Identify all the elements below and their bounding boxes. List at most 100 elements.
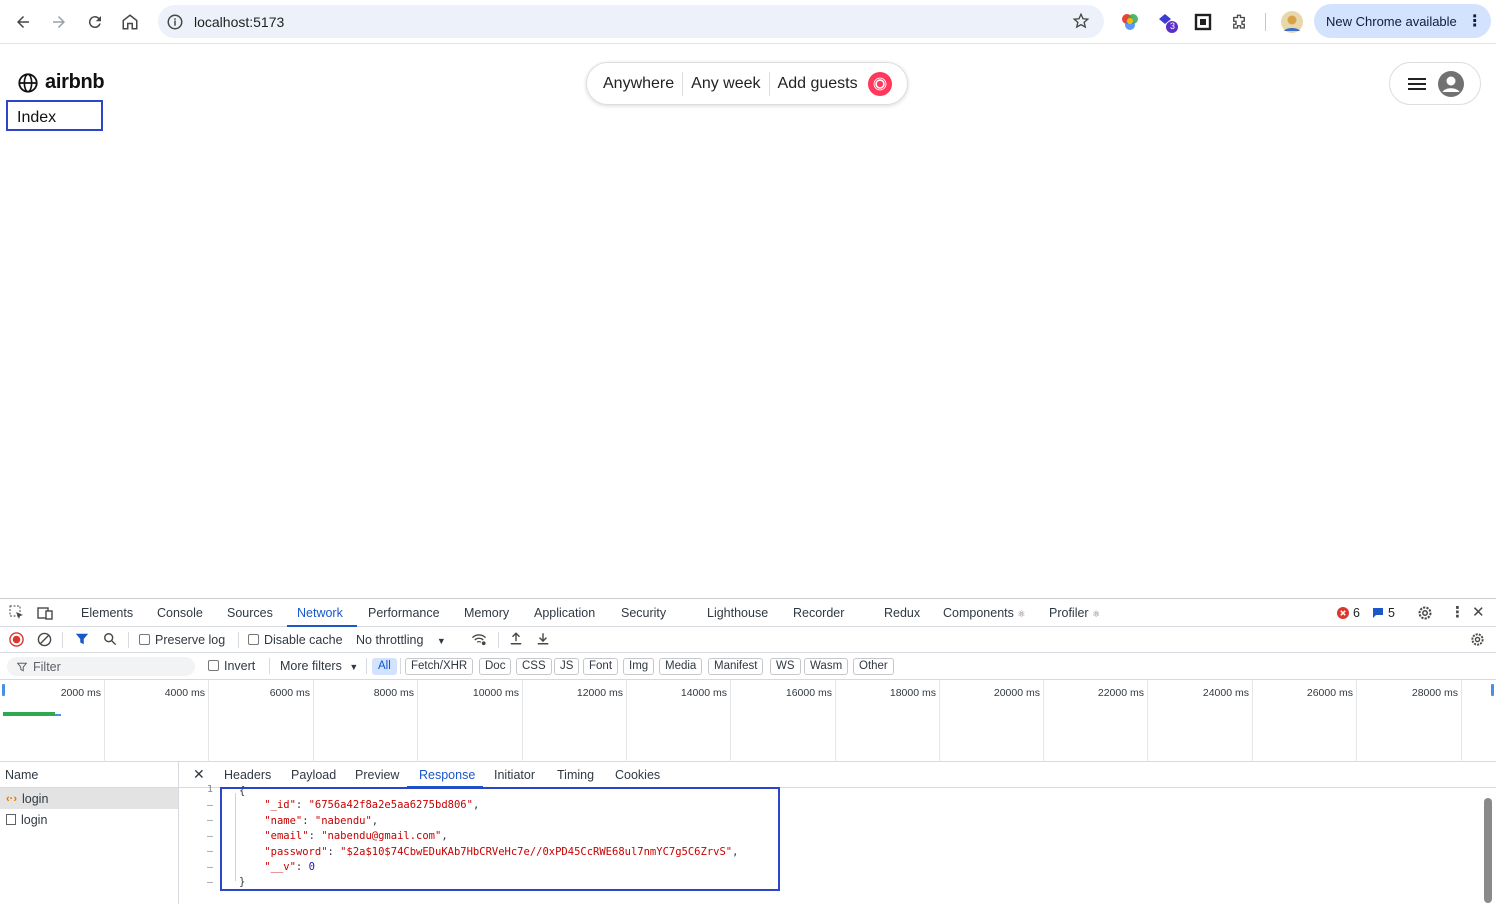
react-atom-icon: ⚛ (1017, 609, 1026, 619)
tab-profiler[interactable]: Profiler ⚛ (1049, 606, 1100, 620)
tab-application[interactable]: Application (534, 606, 595, 620)
inspect-element-icon[interactable] (9, 605, 25, 621)
home-icon (122, 14, 138, 30)
network-timeline-overview[interactable]: 2000 ms 4000 ms 6000 ms 8000 ms 10000 ms… (0, 680, 1496, 762)
type-filter-media[interactable]: Media (659, 658, 703, 675)
tab-timing[interactable]: Timing (557, 768, 594, 782)
download-icon[interactable] (536, 631, 550, 646)
upload-icon[interactable] (509, 631, 523, 646)
search-icon[interactable] (103, 632, 117, 646)
type-filter-wasm[interactable]: Wasm (804, 658, 849, 675)
timeline-handle-left[interactable] (2, 684, 5, 696)
tab-security[interactable]: Security (621, 606, 666, 620)
more-filters-dropdown[interactable]: More filters ▼ (280, 659, 358, 673)
search-who[interactable]: Add guests (770, 75, 866, 93)
type-filter-css[interactable]: CSS (516, 658, 552, 675)
tick-label: 20000 ms (993, 687, 1040, 699)
tab-response[interactable]: Response (419, 768, 475, 782)
devtools-tab-bar: Elements Console Sources Network Perform… (0, 599, 1496, 627)
back-button[interactable] (5, 4, 41, 40)
invert-checkbox[interactable]: Invert (208, 659, 255, 673)
forward-button[interactable] (41, 4, 77, 40)
messages-counter[interactable]: 5 (1372, 606, 1395, 620)
tab-payload[interactable]: Payload (291, 768, 336, 782)
name-column-header[interactable]: Name (0, 762, 178, 788)
preserve-log-checkbox[interactable]: Preserve log (139, 633, 225, 647)
timeline-handle-right[interactable] (1491, 684, 1494, 696)
response-scrollbar[interactable] (1484, 798, 1492, 903)
close-devtools-icon[interactable]: ✕ (1472, 603, 1485, 621)
type-filter-js[interactable]: JS (554, 658, 580, 675)
type-filter-img[interactable]: Img (623, 658, 655, 675)
toolbar-divider (128, 632, 129, 648)
timeline-tick: 28000 ms (1357, 680, 1462, 762)
extension-badge-icon[interactable]: 3 (1156, 11, 1178, 33)
close-detail-icon[interactable]: ✕ (193, 766, 205, 783)
airbnb-logo[interactable]: airbnb (17, 71, 105, 94)
airbnb-page: airbnb Index Anywhere Any week Add guest… (0, 45, 1496, 598)
tab-components[interactable]: Components ⚛ (943, 606, 1025, 620)
color-extension-icon[interactable] (1119, 11, 1141, 33)
device-toolbar-icon[interactable] (37, 605, 53, 621)
search-button[interactable] (867, 71, 892, 96)
type-filter-all[interactable]: All (372, 658, 397, 675)
response-highlight-box (220, 787, 780, 891)
more-options-icon[interactable]: ⋮ (1450, 603, 1465, 621)
home-button[interactable] (112, 4, 148, 40)
profile-avatar-icon[interactable] (1281, 11, 1303, 33)
tab-lighthouse[interactable]: Lighthouse (707, 606, 768, 620)
search-where[interactable]: Anywhere (603, 75, 682, 93)
type-filter-fetch-xhr[interactable]: Fetch/XHR (405, 658, 474, 675)
type-filter-doc[interactable]: Doc (479, 658, 512, 675)
tab-initiator[interactable]: Initiator (494, 768, 535, 782)
clear-icon[interactable] (37, 632, 52, 647)
tab-headers[interactable]: Headers (224, 768, 271, 782)
new-chrome-available-button[interactable]: New Chrome available ⋮ (1314, 4, 1491, 38)
address-bar[interactable]: localhost:5173 (158, 5, 1104, 38)
tab-recorder[interactable]: Recorder (793, 606, 844, 620)
tab-network[interactable]: Network (297, 606, 343, 620)
network-settings-gear-icon[interactable] (1470, 632, 1485, 647)
search-when[interactable]: Any week (683, 75, 768, 93)
screen-capture-icon[interactable] (1192, 11, 1214, 33)
site-info-icon[interactable] (166, 13, 184, 31)
record-stop-icon[interactable] (9, 632, 24, 647)
network-conditions-icon[interactable] (471, 632, 487, 647)
reload-button[interactable] (77, 4, 113, 40)
gear-icon[interactable] (1417, 605, 1433, 621)
tick-label: 8000 ms (373, 687, 414, 699)
kebab-menu-icon[interactable]: ⋮ (1467, 11, 1483, 31)
type-filter-font[interactable]: Font (583, 658, 619, 675)
disable-cache-checkbox[interactable]: Disable cache (248, 633, 343, 647)
url-text: localhost:5173 (194, 13, 285, 30)
user-menu-button[interactable] (1389, 62, 1481, 105)
type-filter-other[interactable]: Other (853, 658, 894, 675)
checkbox-box (208, 660, 219, 671)
request-row[interactable]: ‹·› login (0, 788, 178, 809)
timeline-tick: 10000 ms (418, 680, 523, 762)
type-filter-manifest[interactable]: Manifest (708, 658, 764, 675)
tab-performance[interactable]: Performance (368, 606, 440, 620)
error-icon (1337, 607, 1349, 619)
tab-sources[interactable]: Sources (227, 606, 273, 620)
type-filter-ws[interactable]: WS (770, 658, 801, 675)
throttling-select[interactable]: No throttling ▼ (356, 633, 446, 647)
request-name: login (21, 812, 48, 827)
filter-input[interactable]: Filter (7, 657, 195, 676)
errors-counter[interactable]: 6 (1337, 606, 1360, 620)
tab-redux[interactable]: Redux (884, 606, 920, 620)
tab-cookies[interactable]: Cookies (615, 768, 660, 782)
tab-elements[interactable]: Elements (81, 606, 133, 620)
tab-preview[interactable]: Preview (355, 768, 399, 782)
search-bar[interactable]: Anywhere Any week Add guests (586, 62, 908, 105)
index-link[interactable]: Index (6, 100, 103, 131)
filter-funnel-icon[interactable] (75, 632, 89, 646)
tab-memory[interactable]: Memory (464, 606, 509, 620)
tab-console[interactable]: Console (157, 606, 203, 620)
request-row[interactable]: login (0, 809, 178, 830)
bookmark-star-icon[interactable] (1072, 12, 1090, 30)
extensions-puzzle-icon[interactable] (1228, 11, 1250, 33)
timeline-tick: 16000 ms (731, 680, 836, 762)
messages-count: 5 (1388, 606, 1395, 620)
timeline-tick: 22000 ms (1044, 680, 1148, 762)
